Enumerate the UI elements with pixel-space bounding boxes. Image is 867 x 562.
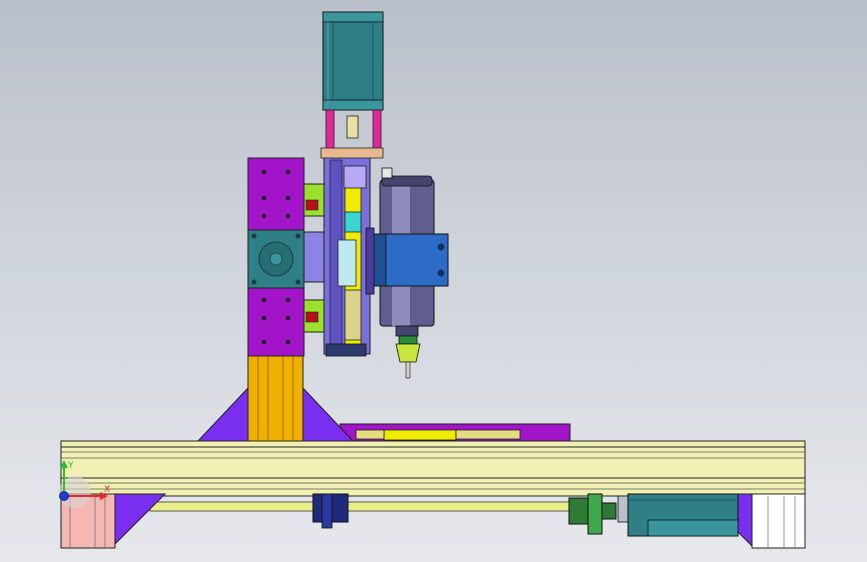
x-stepper-motor: [627, 493, 739, 537]
column-gusset-left: [196, 386, 249, 442]
cable-connector: [381, 167, 393, 179]
y-axis-label: Y: [67, 461, 74, 471]
column-gusset-right: [302, 386, 355, 442]
linear-block-lower: [303, 299, 325, 333]
base-gusset-left: [114, 493, 167, 546]
x-carriage-plate: [339, 423, 571, 442]
x-axis-label: X: [104, 485, 110, 495]
spindle-clamp: [365, 227, 449, 295]
z-column: [247, 355, 304, 442]
leadscrew-nut-block: [312, 493, 349, 529]
right-end-plate: [751, 493, 806, 549]
base-rail-beam[interactable]: [60, 440, 806, 497]
x-lead-screw: [149, 501, 601, 512]
z-motor-standoffs: [320, 109, 384, 159]
y-saddle-lower-plate: [247, 287, 305, 357]
y-saddle-upper-plate: [247, 157, 305, 231]
z-axis-plate: [323, 153, 371, 357]
x-motor-coupling: [568, 493, 629, 535]
cnc-machine-assembly[interactable]: X Y: [0, 0, 867, 562]
cad-viewport[interactable]: X Y: [0, 0, 867, 562]
spindle-collet: [395, 335, 421, 379]
linear-block-upper: [303, 183, 325, 217]
y-stepper-motor: [247, 229, 305, 289]
z-stepper-motor: [322, 11, 384, 111]
